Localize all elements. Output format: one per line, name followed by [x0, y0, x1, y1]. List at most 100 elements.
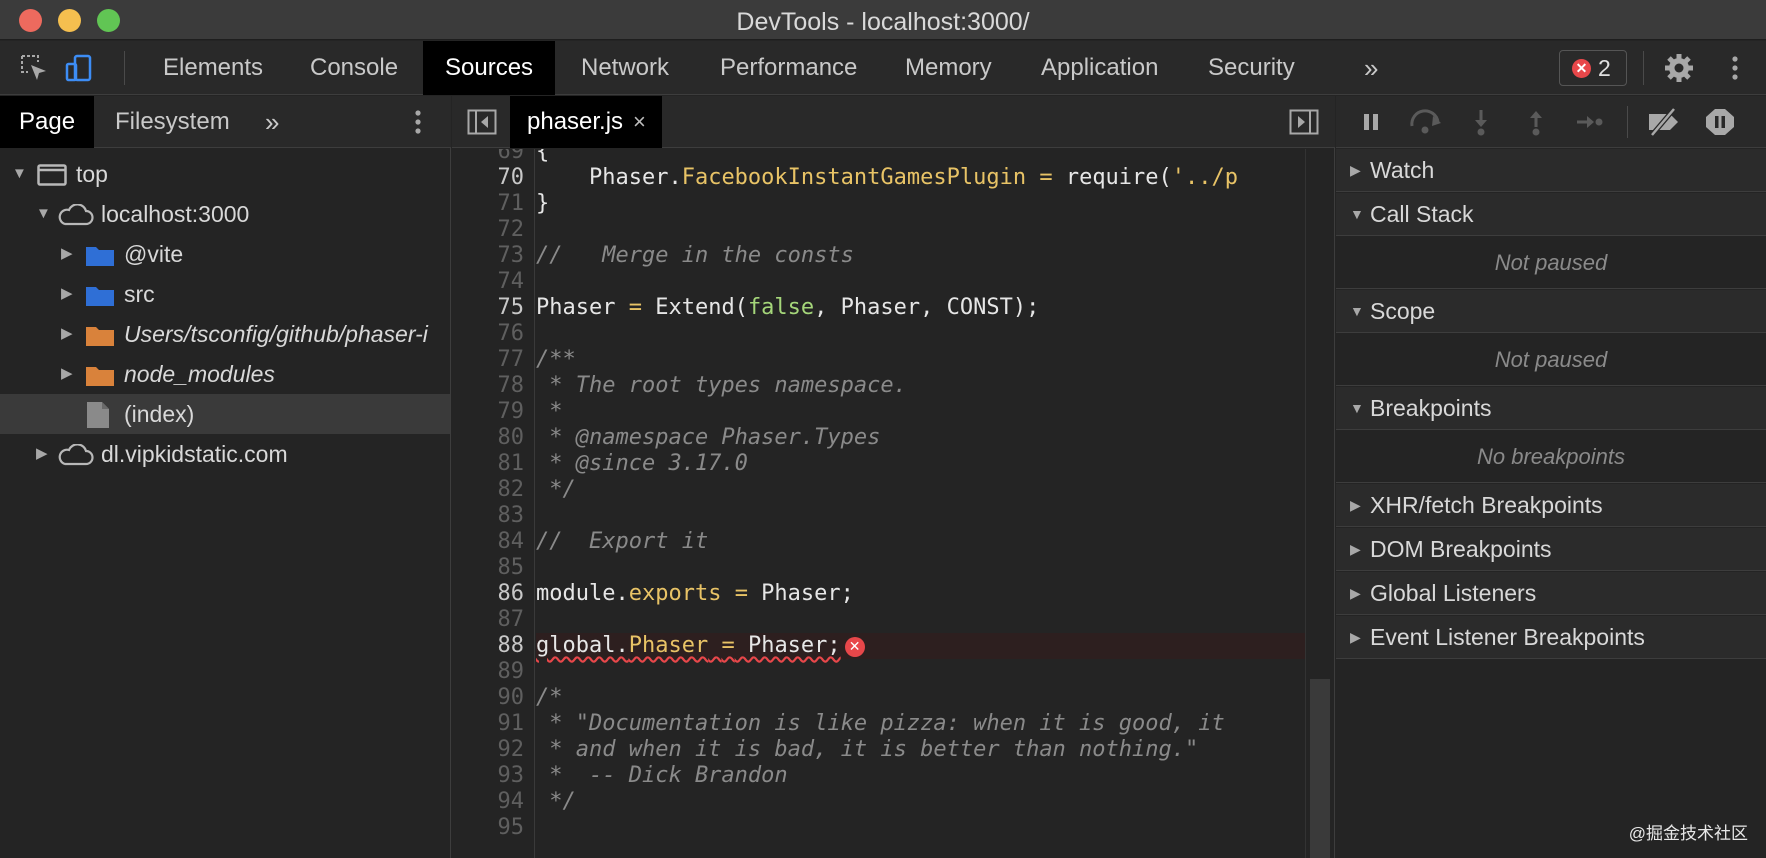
- tree-item-index[interactable]: (index): [0, 394, 450, 434]
- step-icon[interactable]: [1574, 108, 1604, 136]
- code-line: // Merge in the consts: [536, 243, 854, 268]
- tab-elements[interactable]: Elements: [141, 41, 285, 95]
- code-line: * The root types namespace.: [536, 373, 907, 398]
- line-number[interactable]: 70: [498, 165, 525, 191]
- collapse-arrow-icon: ▶: [1350, 497, 1361, 513]
- file-icon: [87, 402, 109, 428]
- section-breakpoints[interactable]: ▼ Breakpoints: [1336, 387, 1766, 430]
- navigator-more-button[interactable]: »: [246, 96, 298, 148]
- line-number[interactable]: 78: [498, 373, 525, 399]
- line-number-gutter[interactable]: 69 70 71 72 73 74 75 76 77 78 79 80 81 82 83 84 85 86 87 88…: [452, 149, 535, 858]
- tree-item-localhost[interactable]: ▼ localhost:3000: [0, 194, 450, 234]
- tree-item-top[interactable]: ▼ top: [0, 154, 450, 194]
- line-number[interactable]: 94: [498, 789, 525, 815]
- tab-console[interactable]: Console: [288, 41, 420, 95]
- collapse-arrow-icon[interactable]: ▶: [61, 314, 73, 354]
- line-number[interactable]: 69: [498, 149, 525, 165]
- line-number[interactable]: 72: [498, 217, 525, 243]
- device-toolbar-icon[interactable]: [64, 53, 94, 83]
- line-number[interactable]: 92: [498, 737, 525, 763]
- line-number[interactable]: 77: [498, 347, 525, 373]
- tab-memory[interactable]: Memory: [883, 41, 1014, 95]
- line-number[interactable]: 88: [498, 633, 525, 659]
- scrollbar-thumb[interactable]: [1310, 679, 1330, 858]
- tree-item-label: top: [76, 161, 108, 187]
- inspect-element-icon[interactable]: [19, 53, 49, 83]
- expand-arrow-icon[interactable]: ▼: [12, 154, 27, 194]
- error-icon[interactable]: ✕: [844, 637, 865, 657]
- code-line: *: [536, 399, 563, 424]
- expand-arrow-icon: ▼: [1350, 400, 1364, 416]
- section-call-stack[interactable]: ▼ Call Stack: [1336, 193, 1766, 236]
- error-count-badge[interactable]: ✕ 2: [1559, 50, 1627, 86]
- frame-icon: [37, 164, 67, 186]
- tab-network[interactable]: Network: [559, 41, 691, 95]
- line-number[interactable]: 86: [498, 581, 525, 607]
- section-label: Call Stack: [1370, 201, 1474, 227]
- section-event-listener-breakpoints[interactable]: ▶ Event Listener Breakpoints: [1336, 616, 1766, 659]
- line-number[interactable]: 82: [498, 477, 525, 503]
- line-number[interactable]: 81: [498, 451, 525, 477]
- tree-item-vipkidstatic[interactable]: ▶ dl.vipkidstatic.com: [0, 434, 450, 474]
- toggle-debugger-icon[interactable]: [1289, 109, 1319, 135]
- tree-item-vite[interactable]: ▶ @vite: [0, 234, 450, 274]
- section-watch[interactable]: ▶ Watch: [1336, 149, 1766, 192]
- expand-arrow-icon: ▼: [1350, 206, 1364, 222]
- tree-item-node-modules[interactable]: ▶ node_modules: [0, 354, 450, 394]
- collapse-arrow-icon[interactable]: ▶: [36, 434, 48, 474]
- line-number[interactable]: 90: [498, 685, 525, 711]
- expand-arrow-icon[interactable]: ▼: [36, 194, 51, 234]
- line-number[interactable]: 73: [498, 243, 525, 269]
- tab-filesystem[interactable]: Filesystem: [96, 96, 249, 148]
- section-xhr-breakpoints[interactable]: ▶ XHR/fetch Breakpoints: [1336, 484, 1766, 527]
- line-number[interactable]: 71: [498, 191, 525, 217]
- line-number[interactable]: 93: [498, 763, 525, 789]
- pause-on-exceptions-icon[interactable]: [1704, 108, 1736, 136]
- file-tab-phaser-js[interactable]: phaser.js ×: [510, 96, 662, 148]
- line-number[interactable]: 76: [498, 321, 525, 347]
- navigator-menu-icon[interactable]: [403, 107, 433, 137]
- collapse-arrow-icon[interactable]: ▶: [61, 234, 73, 274]
- line-number[interactable]: 75: [498, 295, 525, 321]
- code-line: /*: [536, 685, 563, 710]
- tab-security[interactable]: Security: [1186, 41, 1317, 95]
- line-number[interactable]: 89: [498, 659, 525, 685]
- tree-item-src[interactable]: ▶ src: [0, 274, 450, 314]
- section-scope[interactable]: ▼ Scope: [1336, 290, 1766, 333]
- close-tab-icon[interactable]: ×: [633, 96, 646, 148]
- line-number[interactable]: 87: [498, 607, 525, 633]
- step-into-icon[interactable]: [1466, 108, 1496, 136]
- line-number[interactable]: 84: [498, 529, 525, 555]
- section-dom-breakpoints[interactable]: ▶ DOM Breakpoints: [1336, 528, 1766, 571]
- tab-page[interactable]: Page: [0, 96, 95, 148]
- line-number[interactable]: 74: [498, 269, 525, 295]
- toggle-navigator-icon[interactable]: [467, 109, 497, 135]
- tree-item-users-folder[interactable]: ▶ Users/tsconfig/github/phaser-i: [0, 314, 450, 354]
- window-title: DevTools - localhost:3000/: [736, 8, 1030, 36]
- tab-performance[interactable]: Performance: [698, 41, 879, 95]
- step-out-icon[interactable]: [1521, 108, 1551, 136]
- code-area[interactable]: { Phaser.FacebookInstantGamesPlugin = re…: [536, 149, 1316, 858]
- step-over-icon[interactable]: [1408, 108, 1444, 136]
- code-line: Phaser = Extend(false, Phaser, CONST);: [536, 295, 1040, 320]
- line-number[interactable]: 79: [498, 399, 525, 425]
- pause-icon[interactable]: [1356, 108, 1386, 136]
- more-options-icon[interactable]: [1720, 53, 1750, 83]
- line-number[interactable]: 95: [498, 815, 525, 841]
- line-number[interactable]: 80: [498, 425, 525, 451]
- editor-scrollbar[interactable]: [1305, 149, 1334, 858]
- more-tabs-button[interactable]: »: [1342, 41, 1400, 95]
- debugger-sidebar: ▶ Watch ▼ Call Stack Not paused ▼ Scope …: [1336, 96, 1766, 858]
- line-number[interactable]: 83: [498, 503, 525, 529]
- deactivate-breakpoints-icon[interactable]: [1644, 108, 1684, 136]
- tab-sources[interactable]: Sources: [423, 41, 556, 95]
- tab-application[interactable]: Application: [1019, 41, 1180, 95]
- line-number[interactable]: 91: [498, 711, 525, 737]
- code-line: * "Documentation is like pizza: when it …: [536, 711, 1225, 736]
- line-number[interactable]: 85: [498, 555, 525, 581]
- collapse-arrow-icon[interactable]: ▶: [61, 274, 73, 314]
- section-global-listeners[interactable]: ▶ Global Listeners: [1336, 572, 1766, 615]
- collapse-arrow-icon[interactable]: ▶: [61, 354, 73, 394]
- gear-icon[interactable]: [1663, 52, 1695, 84]
